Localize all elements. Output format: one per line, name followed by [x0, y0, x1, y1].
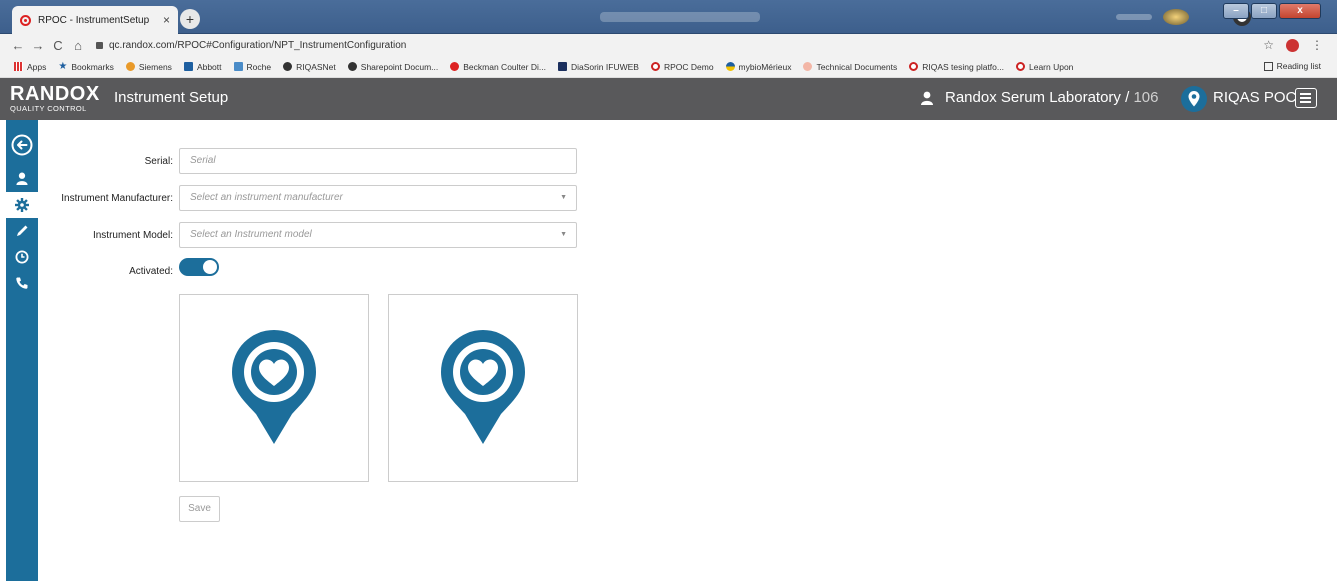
- document-icon: [803, 62, 813, 71]
- user-icon: [16, 172, 28, 185]
- bookmark-technical-documents[interactable]: Technical Documents: [803, 62, 897, 72]
- model-select[interactable]: Select an Instrument model ▼: [179, 222, 577, 248]
- gear-icon: [15, 198, 29, 212]
- window-close-button[interactable]: x: [1279, 3, 1321, 19]
- location-pin-icon[interactable]: [1181, 86, 1207, 112]
- manufacturer-placeholder: Select an instrument manufacturer: [190, 192, 343, 203]
- bookmark-biomerieux[interactable]: mybioMérieux: [725, 62, 791, 72]
- bookmark-siemens[interactable]: Siemens: [125, 62, 172, 72]
- browser-titlebar: RPOC - InstrumentSetup × + – □ x: [0, 0, 1337, 34]
- bookmarks-bar: Apps ★ Bookmarks Siemens Abbott Roche RIQ…: [0, 56, 1337, 78]
- manufacturer-select[interactable]: Select an instrument manufacturer ▼: [179, 185, 577, 211]
- sidebar-item-back[interactable]: [6, 132, 38, 158]
- rpoc-icon: [1015, 62, 1025, 71]
- model-placeholder: Select an Instrument model: [190, 229, 312, 240]
- save-button[interactable]: Save: [179, 496, 220, 522]
- url-field[interactable]: qc.randox.com/RPOC#Configuration/NPT_Ins…: [96, 40, 406, 51]
- tab-close-button[interactable]: ×: [163, 13, 170, 27]
- sidebar: [6, 120, 38, 581]
- reading-list-button[interactable]: Reading list: [1263, 61, 1321, 71]
- star-icon: ★: [58, 61, 68, 72]
- profile-avatar[interactable]: [1163, 9, 1189, 25]
- chevron-down-icon: ▼: [560, 194, 567, 201]
- browser-tab[interactable]: RPOC - InstrumentSetup ×: [12, 6, 178, 34]
- clock-icon: [15, 250, 29, 264]
- pencil-icon: [17, 225, 28, 236]
- serial-label: Serial:: [144, 156, 173, 167]
- bookmark-riqas-testing[interactable]: RIQAS tesing platfo...: [909, 62, 1004, 72]
- address-bar: ← → C ⌂ qc.randox.com/RPOC#Configuration…: [0, 34, 1337, 56]
- globe-icon: [347, 62, 357, 71]
- hamburger-menu-icon[interactable]: [1295, 88, 1317, 108]
- bookmark-sharepoint[interactable]: Sharepoint Docum...: [347, 62, 438, 72]
- instrument-icon-option-1[interactable]: [179, 294, 369, 482]
- bookmark-apps[interactable]: Apps: [14, 62, 46, 72]
- randox-logo: RANDOX QUALITY CONTROL: [10, 83, 100, 113]
- serial-placeholder: Serial: [190, 155, 216, 166]
- beckman-icon: [450, 62, 460, 71]
- manufacturer-label: Instrument Manufacturer:: [61, 193, 173, 204]
- model-label: Instrument Model:: [92, 230, 173, 241]
- chevron-down-icon: ▼: [560, 231, 567, 238]
- profile-name-blurred: [1116, 14, 1152, 20]
- activated-label: Activated:: [129, 266, 173, 277]
- bookmark-learn-upon[interactable]: Learn Upon: [1015, 62, 1073, 72]
- page-title: Instrument Setup: [114, 89, 229, 106]
- back-arrow-icon[interactable]: ←: [8, 38, 28, 53]
- more-menu-icon[interactable]: ⋮: [1311, 38, 1323, 52]
- maximize-button[interactable]: □: [1251, 3, 1277, 19]
- bookmark-riqasnet[interactable]: RIQASNet: [283, 62, 336, 72]
- heart-location-pin-icon: [441, 330, 525, 444]
- instrument-icon-option-2[interactable]: [388, 294, 578, 482]
- tab-title: RPOC - InstrumentSetup: [38, 14, 150, 26]
- toggle-knob: [203, 260, 217, 274]
- forward-arrow-icon[interactable]: →: [28, 38, 48, 53]
- rpoc-icon: [650, 62, 660, 71]
- bookmark-diasorin[interactable]: DiaSorin IFUWEB: [557, 62, 639, 72]
- extension-icon[interactable]: [1286, 38, 1299, 52]
- url-text: qc.randox.com/RPOC#Configuration/NPT_Ins…: [109, 39, 407, 51]
- rpoc-icon: [909, 62, 919, 71]
- minimize-button[interactable]: –: [1223, 3, 1249, 19]
- diasorin-icon: [557, 62, 567, 71]
- bookmark-beckman[interactable]: Beckman Coulter Di...: [450, 62, 546, 72]
- rpoc-favicon-icon: [20, 14, 31, 26]
- roche-icon: [233, 62, 243, 71]
- bookmark-abbott[interactable]: Abbott: [183, 62, 222, 72]
- reading-list-icon: [1263, 61, 1273, 71]
- reload-icon[interactable]: C: [48, 38, 68, 53]
- phone-icon: [16, 277, 28, 289]
- bookmark-star-icon[interactable]: ☆: [1263, 38, 1274, 52]
- apps-grid-icon: [14, 62, 23, 71]
- lock-icon: [96, 41, 103, 49]
- home-icon[interactable]: ⌂: [68, 38, 88, 53]
- bookmark-rpoc-demo[interactable]: RPOC Demo: [650, 62, 714, 72]
- abbott-icon: [183, 62, 193, 71]
- new-tab-button[interactable]: +: [180, 9, 200, 29]
- laboratory-number: 106: [1133, 89, 1159, 106]
- laboratory-name: Randox Serum Laboratory / 106: [945, 89, 1159, 106]
- user-icon: [921, 91, 933, 105]
- product-name: RIQAS POC: [1213, 89, 1297, 106]
- app-header: RANDOX QUALITY CONTROL Instrument Setup …: [0, 78, 1337, 120]
- biomerieux-icon: [725, 62, 735, 71]
- heart-location-pin-icon: [232, 330, 316, 444]
- activated-toggle[interactable]: [179, 258, 219, 276]
- serial-input[interactable]: Serial: [179, 148, 577, 174]
- window-controls: – □ x: [1223, 3, 1321, 19]
- siemens-icon: [125, 62, 135, 71]
- bookmark-bookmarks[interactable]: ★ Bookmarks: [58, 61, 113, 72]
- window-title-blurred: [600, 12, 760, 22]
- globe-icon: [283, 62, 293, 71]
- bookmark-roche[interactable]: Roche: [233, 62, 271, 72]
- back-icon: [11, 134, 33, 156]
- sidebar-item-user[interactable]: [6, 165, 38, 191]
